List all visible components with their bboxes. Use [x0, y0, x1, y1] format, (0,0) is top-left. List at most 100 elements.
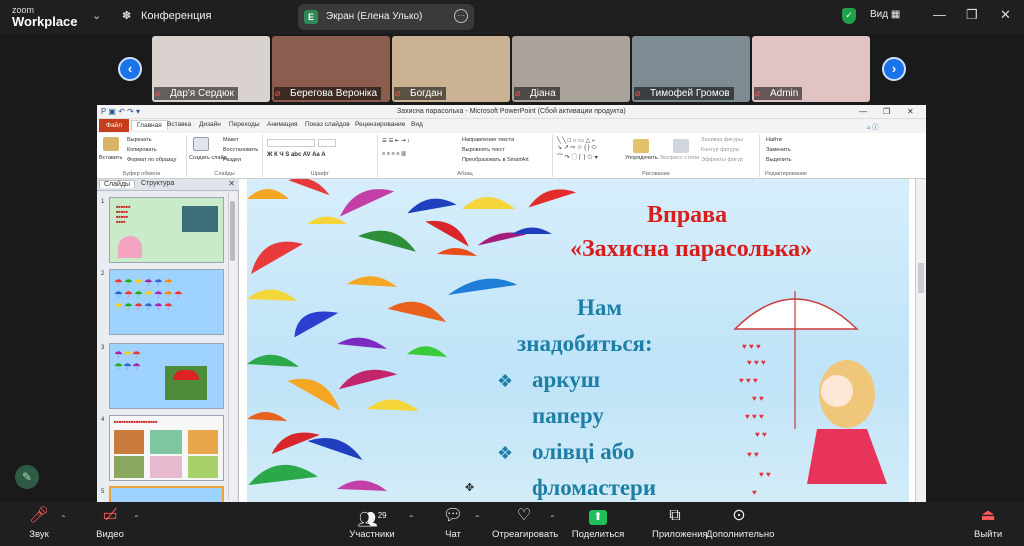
panel-close-icon[interactable]: ✕ — [228, 179, 235, 188]
svg-text:♥: ♥ — [752, 488, 757, 497]
new-slide-button[interactable]: Создать слайд — [189, 155, 227, 161]
font-format-icons[interactable]: Ж К Ч S abc AV Aa A — [267, 152, 326, 158]
tab-view[interactable]: Вид — [411, 121, 423, 128]
presenter-badge: E — [304, 10, 318, 24]
quick-styles-button[interactable]: Экспресс-стили — [659, 155, 699, 161]
font-size-field[interactable] — [318, 139, 336, 147]
slide-thumbnail-2[interactable]: ☂☂☂☂☂☂ ☂☂☂☂☂☂☂ ☂☂☂☂☂☂ — [109, 269, 224, 335]
shape-effects-button[interactable]: Эффекты фигур — [701, 157, 743, 163]
participant-tile[interactable]: Тимофей Громов ⌀ — [632, 36, 750, 102]
new-slide-icon[interactable] — [193, 137, 209, 151]
paste-button[interactable]: Вставить — [99, 155, 122, 161]
tab-animation[interactable]: Анимация — [267, 121, 298, 128]
tab-home[interactable]: Главная — [131, 120, 168, 130]
participants-caret[interactable]: ⌃ — [408, 514, 415, 523]
screen-share-pill[interactable]: E Экран (Елена Улько) ··· — [298, 4, 474, 30]
panel-scrollbar[interactable] — [228, 193, 236, 499]
more-icon[interactable]: ··· — [454, 9, 468, 23]
tab-file[interactable]: Файл — [99, 119, 129, 132]
reset-button[interactable]: Восстановить — [223, 147, 258, 153]
smartart-button[interactable]: Преобразовать в SmartArt — [462, 157, 529, 163]
chat-caret[interactable]: ⌃ — [474, 514, 481, 523]
react-label: Отреагировать — [492, 529, 559, 540]
align-icons[interactable]: ≡ ≡ ≡ ≡ ▥ — [382, 151, 406, 157]
minimize-icon[interactable]: — — [933, 7, 946, 22]
cut-button[interactable]: Вырезать — [127, 137, 151, 143]
pp-close-icon[interactable]: ✕ — [907, 107, 914, 116]
copy-button[interactable]: Копировать — [127, 147, 157, 153]
paw-icon: ✽ — [122, 10, 132, 22]
pp-minimize-icon[interactable]: — — [859, 107, 867, 116]
clipboard-group: Вставить Вырезать Копировать Формат по о… — [97, 135, 187, 177]
slide-thumbnail-5[interactable] — [109, 486, 224, 502]
editing-group: Найти Заменить Выделить Редактирование — [760, 135, 812, 177]
slide-scrollbar[interactable] — [915, 179, 926, 502]
chat-button[interactable]: 💬︎ Чат — [440, 506, 466, 540]
tab-slides[interactable]: Слайды — [99, 180, 136, 188]
leave-button[interactable]: ⏏ Выйти — [974, 506, 1002, 540]
mic-muted-icon: ⌀ — [755, 88, 761, 98]
participant-tile[interactable]: Берегова Вероніка ⌀ — [272, 36, 390, 102]
text-direction-button[interactable]: Направление текста — [462, 137, 514, 143]
shape-fill-button[interactable]: Заливка фигуры — [701, 137, 743, 143]
arrange-icon[interactable] — [633, 139, 649, 153]
powerpoint-title: Захисна парасолька - Microsoft PowerPoin… — [397, 108, 626, 115]
participant-tile[interactable]: Дар'я Сердюк ⌀ — [152, 36, 270, 102]
shapes-gallery[interactable]: ╲ ╲ □ ○ ▭ △ ⌐ ↘ ↗ ⇨ ☆ { } ⬭ ⌒ ↷ ◯ ⌈ ⌉ ☆ ▾ — [557, 137, 598, 161]
react-button[interactable]: ♡ Отреагировать — [492, 506, 559, 540]
chat-label: Чат — [445, 529, 461, 540]
next-page-button[interactable]: › — [882, 57, 906, 81]
restore-icon[interactable]: ❐ — [966, 7, 978, 23]
tab-outline[interactable]: Структура — [137, 180, 178, 187]
view-button[interactable]: Вид ▦ — [870, 9, 900, 20]
slide-number: 3 — [101, 345, 105, 351]
slide-thumbnail-1[interactable]: ■■■■■■ ■■■■■ ■■■■■ ■■■■ — [109, 197, 224, 263]
mic-muted-icon: ⌀ — [395, 88, 401, 98]
conference-info[interactable]: ✽ Конференция — [122, 9, 211, 22]
prev-page-button[interactable]: ‹ — [118, 57, 142, 81]
apps-button[interactable]: ⧉ Приложения — [652, 506, 708, 540]
tab-transitions[interactable]: Переходы — [229, 121, 260, 128]
slide-number: 5 — [101, 489, 105, 495]
react-caret[interactable]: ⌃ — [549, 514, 556, 523]
annotate-pencil-icon[interactable]: ✎ — [15, 465, 39, 489]
chevron-down-icon[interactable]: ⌄ — [92, 9, 101, 22]
tab-review[interactable]: Рецензирование — [355, 121, 405, 128]
tab-slideshow[interactable]: Показ слайдов — [305, 121, 350, 128]
shield-icon[interactable]: ✓ — [842, 8, 856, 24]
shape-outline-button[interactable]: Контур фигуры — [701, 147, 739, 153]
participants-button[interactable]: 👥︎29 Участники — [346, 506, 398, 540]
select-button[interactable]: Выделить — [766, 157, 791, 163]
video-options-caret[interactable]: ⌃ — [133, 514, 140, 523]
replace-button[interactable]: Заменить — [766, 147, 791, 153]
section-button[interactable]: Раздел — [223, 157, 241, 163]
share-button[interactable]: ⬆ Поделиться — [570, 506, 626, 540]
audio-options-caret[interactable]: ⌃ — [60, 514, 67, 523]
participant-tile[interactable]: Діана ⌀ — [512, 36, 630, 102]
help-icon[interactable]: ▵ ⓘ — [867, 121, 879, 131]
participant-tile[interactable]: Богдан ⌀ — [392, 36, 510, 102]
tab-insert[interactable]: Вставка — [167, 121, 191, 128]
quick-access-icons[interactable]: P ▣ ↶ ↷ ▾ — [101, 107, 140, 116]
close-icon[interactable]: ✕ — [1000, 7, 1011, 23]
paste-icon[interactable] — [103, 137, 119, 151]
slide-thumbnail-3[interactable]: ☂☂☂ ☂☂☂ — [109, 343, 224, 409]
format-painter-button[interactable]: Формат по образцу — [127, 157, 176, 163]
video-button[interactable]: ▭̸ Видео — [90, 506, 130, 540]
layout-button[interactable]: Макет — [223, 137, 239, 143]
arrange-button[interactable]: Упорядочить — [625, 155, 658, 161]
mute-button[interactable]: 🎤︎ Звук — [22, 506, 56, 540]
find-button[interactable]: Найти — [766, 137, 782, 143]
font-name-field[interactable] — [267, 139, 315, 147]
quick-styles-icon[interactable] — [673, 139, 689, 153]
participant-tile[interactable]: Admin ⌀ — [752, 36, 870, 102]
slide-thumbnail-4[interactable]: ■■■■■■■■■■■■■■■■■■ — [109, 415, 224, 481]
more-button[interactable]: ⊙ Дополнительно — [706, 506, 774, 540]
slide-item2-line1: олівці або — [532, 439, 635, 464]
align-text-button[interactable]: Выровнять текст — [462, 147, 505, 153]
tab-design[interactable]: Дизайн — [199, 121, 221, 128]
pp-restore-icon[interactable]: ❐ — [883, 107, 890, 116]
shared-screen: P ▣ ↶ ↷ ▾ Захисна парасолька - Microsoft… — [97, 105, 926, 502]
list-icons[interactable]: ☰ ☰ ⇤ ⇥ ↕ — [382, 138, 410, 144]
chat-icon: 💬︎ — [442, 507, 464, 524]
